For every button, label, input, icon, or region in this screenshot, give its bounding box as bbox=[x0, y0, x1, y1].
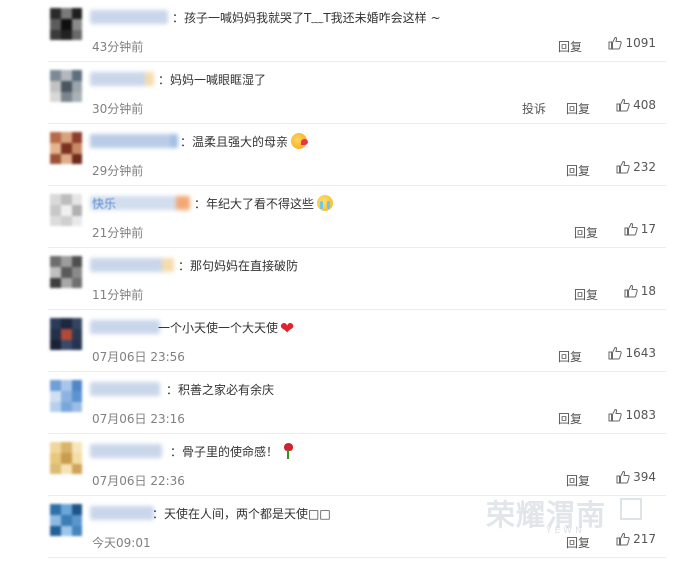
comment-time: 29分钟前 bbox=[92, 164, 144, 178]
like-button[interactable]: 1643 bbox=[608, 346, 656, 364]
like-button[interactable]: 1091 bbox=[608, 36, 656, 54]
comment-item: 一个小天使一个大天使 ❤ 07月06日 23:56 1643 回复 bbox=[0, 310, 684, 372]
reply-button[interactable]: 回复 bbox=[566, 100, 590, 117]
like-count: 408 bbox=[633, 98, 656, 112]
avatar[interactable] bbox=[50, 256, 82, 288]
like-button[interactable]: 18 bbox=[624, 284, 656, 302]
like-count: 1091 bbox=[625, 36, 656, 50]
comment-text: ：那句妈妈在直接破防 bbox=[178, 259, 299, 273]
comment-text-container: ：积善之家必有余庆 bbox=[166, 381, 274, 398]
comment-text: ：妈妈一喊眼眶湿了 bbox=[158, 73, 267, 87]
comment-text: ：积善之家必有余庆 bbox=[166, 383, 275, 397]
thumbs-up-icon bbox=[608, 408, 623, 422]
avatar[interactable] bbox=[50, 504, 82, 536]
thumbs-up-icon bbox=[608, 36, 623, 50]
thumbs-up-icon bbox=[616, 470, 630, 484]
username[interactable] bbox=[90, 72, 154, 86]
comment-text: ：年纪大了看不得这些 bbox=[194, 197, 315, 211]
comment-text-container: ：那句妈妈在直接破防 bbox=[178, 257, 298, 274]
comment-text: ：骨子里的使命感！ bbox=[170, 445, 279, 459]
comment-text: 一个小天使一个大天使 bbox=[158, 321, 279, 335]
comment-text: ：孩子一喊妈妈我就哭了T﹏T我还未婚咋会这样 ~ bbox=[172, 11, 441, 25]
username[interactable] bbox=[90, 258, 174, 272]
comment-text-container: ：孩子一喊妈妈我就哭了T﹏T我还未婚咋会这样 ~ bbox=[172, 9, 441, 26]
comment-item: ：那句妈妈在直接破防 11分钟前 18 回复 bbox=[0, 248, 684, 310]
like-button[interactable]: 232 bbox=[616, 160, 656, 178]
rose-icon bbox=[282, 443, 294, 459]
thumbs-up-icon bbox=[608, 346, 623, 360]
reply-button[interactable]: 回复 bbox=[566, 472, 590, 489]
comment-item: ：积善之家必有余庆 07月06日 23:16 1083 回复 bbox=[0, 372, 684, 434]
like-count: 394 bbox=[633, 470, 656, 484]
comment-time: 07月06日 22:36 bbox=[92, 474, 185, 488]
comment-text-container: ：妈妈一喊眼眶湿了 bbox=[158, 71, 266, 88]
comment-time: 43分钟前 bbox=[92, 40, 144, 54]
comment-time: 30分钟前 bbox=[92, 102, 144, 116]
crying-emoji-icon bbox=[317, 195, 334, 211]
reply-button[interactable]: 回复 bbox=[574, 286, 598, 303]
report-button[interactable]: 投诉 bbox=[522, 100, 546, 117]
reply-button[interactable]: 回复 bbox=[558, 348, 582, 365]
username[interactable] bbox=[90, 506, 154, 520]
like-count: 232 bbox=[633, 160, 656, 174]
avatar[interactable] bbox=[50, 318, 82, 350]
username[interactable] bbox=[90, 10, 168, 24]
comment-item: ：天使在人间，两个都是天使□□ 今天09:01 217 回复 bbox=[0, 496, 684, 558]
reply-button[interactable]: 回复 bbox=[566, 534, 590, 551]
like-button[interactable]: 1083 bbox=[608, 408, 656, 426]
like-button[interactable]: 17 bbox=[624, 222, 656, 240]
like-button[interactable]: 408 bbox=[616, 98, 656, 116]
divider bbox=[48, 557, 666, 558]
avatar[interactable] bbox=[50, 132, 82, 164]
username[interactable] bbox=[90, 382, 160, 396]
comment-item: ：温柔且强大的母亲 29分钟前 232 回复 bbox=[0, 124, 684, 186]
comment-item: ：骨子里的使命感！ 07月06日 22:36 394 回复 bbox=[0, 434, 684, 496]
thumbs-up-icon bbox=[616, 532, 630, 546]
comment-text: ：温柔且强大的母亲 bbox=[180, 135, 289, 149]
like-count: 1643 bbox=[625, 346, 656, 360]
avatar[interactable] bbox=[50, 70, 82, 102]
like-button[interactable]: 394 bbox=[616, 470, 656, 488]
comment-item: 快乐 ：年纪大了看不得这些 21分钟前 17 回复 bbox=[0, 186, 684, 248]
like-button[interactable]: 217 bbox=[616, 532, 656, 550]
comment-time: 今天09:01 bbox=[92, 536, 151, 550]
comment-text-container: ：骨子里的使命感！ bbox=[170, 443, 294, 460]
comment-text-container: 一个小天使一个大天使 ❤ bbox=[158, 319, 295, 339]
comment-text-container: ：年纪大了看不得这些 bbox=[194, 195, 334, 212]
like-count: 217 bbox=[633, 532, 656, 546]
username[interactable] bbox=[90, 444, 162, 458]
heart-icon: ❤ bbox=[280, 319, 295, 339]
like-count: 1083 bbox=[625, 408, 656, 422]
comment-time: 07月06日 23:56 bbox=[92, 350, 185, 364]
username[interactable] bbox=[90, 134, 178, 148]
avatar[interactable] bbox=[50, 380, 82, 412]
comment-time: 11分钟前 bbox=[92, 288, 144, 302]
reply-button[interactable]: 回复 bbox=[574, 224, 598, 241]
comment-time: 21分钟前 bbox=[92, 226, 144, 240]
comment-time: 07月06日 23:16 bbox=[92, 412, 185, 426]
reply-button[interactable]: 回复 bbox=[558, 38, 582, 55]
comment-text-container: ：天使在人间，两个都是天使□□ bbox=[152, 505, 331, 522]
username-text[interactable]: 快乐 bbox=[92, 195, 116, 212]
thumbs-up-icon bbox=[616, 160, 630, 174]
comment-text: ：天使在人间，两个都是天使□□ bbox=[152, 507, 331, 521]
thumbs-up-icon bbox=[624, 222, 638, 236]
reply-button[interactable]: 回复 bbox=[566, 162, 590, 179]
username[interactable] bbox=[90, 320, 160, 334]
kiss-emoji-icon bbox=[291, 133, 309, 149]
reply-button[interactable]: 回复 bbox=[558, 410, 582, 427]
avatar[interactable] bbox=[50, 442, 82, 474]
thumbs-up-icon bbox=[624, 284, 638, 298]
like-count: 18 bbox=[640, 284, 656, 298]
comment-text-container: ：温柔且强大的母亲 bbox=[180, 133, 309, 150]
thumbs-up-icon bbox=[616, 98, 630, 112]
avatar[interactable] bbox=[50, 8, 82, 40]
comment-item: ：孩子一喊妈妈我就哭了T﹏T我还未婚咋会这样 ~ 43分钟前 1091 回复 bbox=[0, 0, 684, 62]
like-count: 17 bbox=[640, 222, 656, 236]
avatar[interactable] bbox=[50, 194, 82, 226]
comment-list: ：孩子一喊妈妈我就哭了T﹏T我还未婚咋会这样 ~43分钟前 1091 回复 ：妈妈一喊… bbox=[0, 0, 684, 570]
comment-item: ：妈妈一喊眼眶湿了 30分钟前 408 回复 投诉 bbox=[0, 62, 684, 124]
